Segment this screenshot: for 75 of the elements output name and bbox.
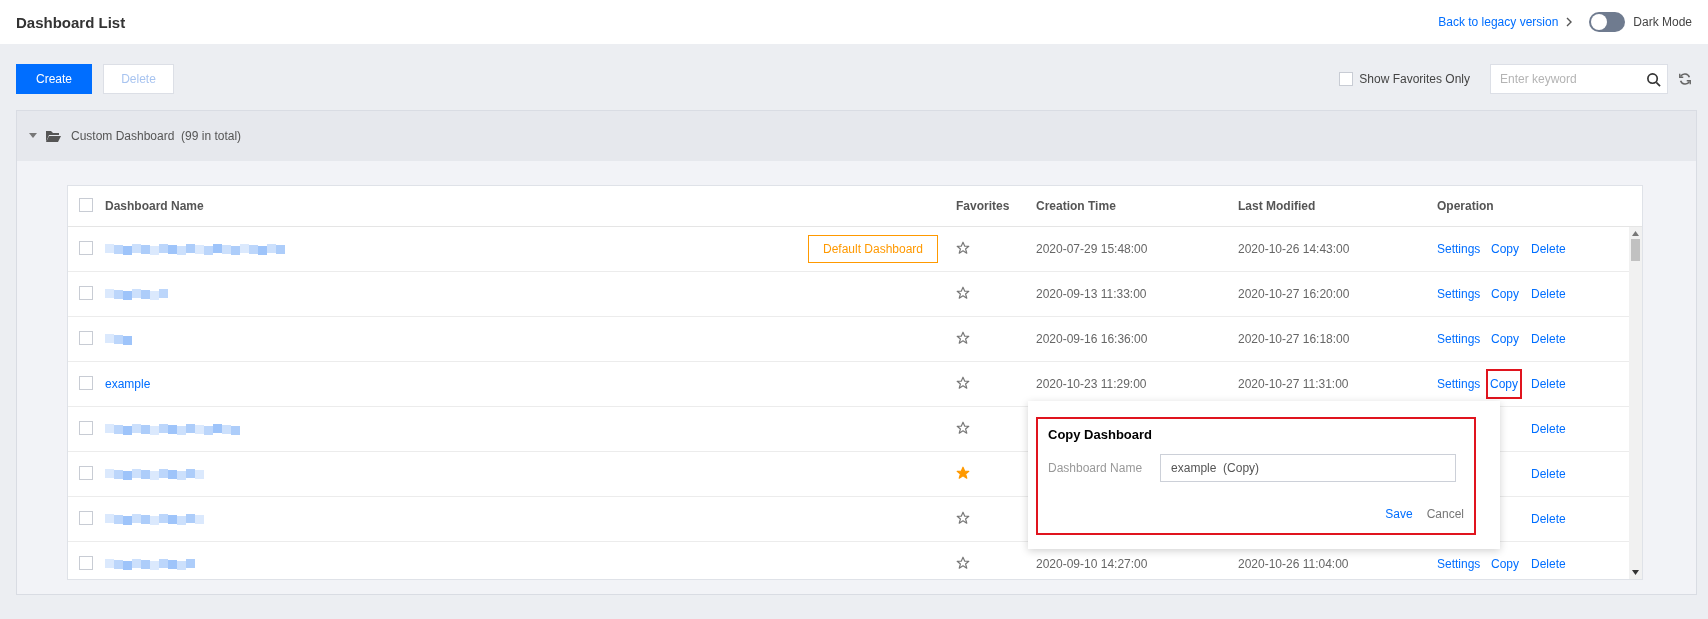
search-field[interactable]: Enter keyword [1490, 64, 1668, 94]
settings-link[interactable]: Settings [1437, 242, 1481, 256]
row-checkbox[interactable] [79, 285, 93, 300]
dark-mode-toggle[interactable] [1589, 12, 1626, 32]
settings-link[interactable]: Settings [1437, 287, 1481, 301]
column-header: Operation [1437, 199, 1495, 213]
dark-mode-label: Dark Mode [1633, 15, 1692, 29]
checkbox[interactable] [1339, 72, 1354, 86]
star-icon[interactable] [956, 420, 970, 435]
default-dashboard-tag: Default Dashboard [808, 235, 938, 263]
delete-link[interactable]: Delete [1531, 332, 1566, 346]
copy-link[interactable]: Copy [1491, 332, 1519, 346]
row-checkbox[interactable] [79, 375, 93, 390]
folder-icon [45, 129, 61, 143]
creation-time: 2020-10-23 11:29:00 [1036, 377, 1148, 391]
star-icon[interactable] [956, 375, 970, 390]
column-header: Creation Time [1036, 199, 1117, 213]
cancel-link[interactable]: Cancel [1426, 507, 1464, 521]
favorites-only-label: Show Favorites Only [1359, 72, 1470, 86]
modified-time: 2020-10-26 11:04:00 [1238, 557, 1350, 571]
legacy-version-link[interactable]: Back to legacy version [1438, 15, 1559, 29]
save-link[interactable]: Save [1385, 507, 1413, 521]
delete-link[interactable]: Delete [1531, 242, 1566, 256]
star-icon[interactable] [956, 330, 970, 345]
modified-time: 2020-10-27 16:20:00 [1238, 287, 1351, 301]
modified-time: 2020-10-26 14:43:00 [1238, 242, 1351, 256]
copy-link[interactable]: Copy [1491, 557, 1519, 571]
modified-time: 2020-10-27 11:31:00 [1238, 377, 1350, 391]
search-icon[interactable] [1646, 72, 1661, 87]
row-checkbox[interactable] [79, 510, 93, 525]
copy-link[interactable]: Copy [1491, 242, 1519, 256]
delete-link[interactable]: Delete [1531, 557, 1566, 571]
modified-time: 2020-10-27 16:18:00 [1238, 332, 1351, 346]
star-icon[interactable] [956, 465, 970, 480]
delete-link[interactable]: Delete [1531, 512, 1566, 526]
settings-link[interactable]: Settings [1437, 557, 1481, 571]
settings-link[interactable]: Settings [1437, 332, 1481, 346]
page-title: Dashboard List [16, 13, 126, 31]
scroll-down-icon[interactable] [1632, 570, 1639, 575]
column-header: Dashboard Name [105, 199, 205, 213]
group-title: Custom Dashboard (99 in total) [71, 129, 242, 143]
row-checkbox[interactable] [79, 555, 93, 570]
caret-icon[interactable] [29, 133, 37, 139]
star-icon[interactable] [956, 555, 970, 570]
scrollbar[interactable] [1629, 227, 1642, 579]
creation-time: 2020-09-13 11:33:00 [1036, 287, 1148, 301]
copy-link[interactable]: Copy [1491, 287, 1519, 301]
star-icon[interactable] [956, 240, 970, 255]
row-checkbox[interactable] [79, 465, 93, 480]
row-checkbox[interactable] [79, 240, 93, 255]
scroll-thumb[interactable] [1631, 239, 1640, 261]
creation-time: 2020-09-16 16:36:00 [1036, 332, 1149, 346]
field-label: Dashboard Name [1048, 461, 1143, 475]
copy-link[interactable]: Copy [1488, 371, 1520, 397]
delete-link[interactable]: Delete [1531, 422, 1566, 436]
column-header: Favorites [956, 199, 1011, 213]
select-all-checkbox[interactable] [79, 197, 93, 212]
creation-time: 2020-07-29 15:48:00 [1036, 242, 1149, 256]
scroll-up-icon[interactable] [1632, 231, 1639, 236]
popover-title: Copy Dashboard [1048, 427, 1153, 442]
creation-time: 2020-09-10 14:27:00 [1036, 557, 1149, 571]
star-icon[interactable] [956, 285, 970, 300]
delete-link[interactable]: Delete [1531, 467, 1566, 481]
row-checkbox[interactable] [79, 420, 93, 435]
row-checkbox[interactable] [79, 330, 93, 345]
refresh-icon[interactable] [1678, 72, 1692, 86]
chevron-right-icon [1566, 17, 1574, 27]
star-icon[interactable] [956, 510, 970, 525]
delete-link[interactable]: Delete [1531, 287, 1566, 301]
create-button[interactable]: Create [16, 64, 92, 94]
dashboard-name[interactable]: example [105, 377, 151, 391]
delete-link[interactable]: Delete [1531, 377, 1566, 391]
column-header: Last Modified [1238, 199, 1317, 213]
dashboard-name-field[interactable]: example (Copy) [1160, 454, 1457, 482]
settings-link[interactable]: Settings [1437, 377, 1481, 391]
